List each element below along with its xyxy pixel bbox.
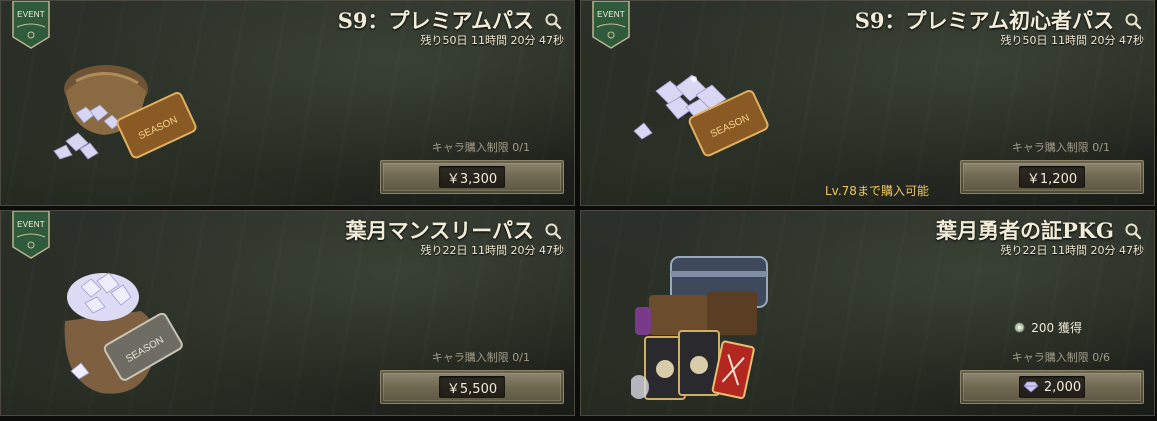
event-badge-label: EVENT bbox=[597, 10, 625, 19]
event-badge: EVENT bbox=[12, 211, 50, 259]
package-card-premium-pass[interactable]: EVENT S9：プレミアムパス 残り50日 11時間 20分 47秒 SEAS… bbox=[0, 0, 575, 206]
package-title: 葉月マンスリーパス bbox=[345, 218, 534, 243]
reward-info: 200 獲得 bbox=[1013, 319, 1082, 336]
package-title: 葉月勇者の証PKG bbox=[936, 218, 1114, 243]
buy-button[interactable]: ￥5,500 bbox=[380, 370, 564, 404]
package-title: S9：プレミアム初心者パス bbox=[854, 8, 1114, 33]
price-label: ￥5,500 bbox=[446, 381, 498, 397]
package-card-premium-beginner-pass[interactable]: EVENT S9：プレミアム初心者パス 残り50日 11時間 20分 47秒 S… bbox=[580, 0, 1155, 206]
remaining-time: 残り50日 11時間 20分 47秒 bbox=[1000, 34, 1144, 47]
remaining-time: 残り22日 11時間 20分 47秒 bbox=[1000, 244, 1144, 257]
package-title: S9：プレミアムパス bbox=[337, 8, 534, 33]
reward-label: 200 獲得 bbox=[1031, 321, 1082, 335]
price-label: ￥1,200 bbox=[1026, 171, 1078, 187]
purchase-limit: キャラ購入制限 0/1 bbox=[431, 351, 530, 364]
shop-package-grid: EVENT S9：プレミアムパス 残り50日 11時間 20分 47秒 SEAS… bbox=[0, 0, 1157, 421]
diamond-sack-image: SEASON bbox=[64, 272, 183, 394]
buy-button[interactable]: ￥1,200 bbox=[960, 160, 1144, 194]
package-card-monthly-pass[interactable]: EVENT 葉月マンスリーパス 残り22日 11時間 20分 47秒 SEASO… bbox=[0, 210, 575, 416]
package-card-hero-proof-pkg[interactable]: 葉月勇者の証PKG 残り22日 11時間 20分 47秒 200 獲得 キャラ購… bbox=[580, 210, 1155, 416]
event-badge-label: EVENT bbox=[17, 220, 45, 229]
diamond-icon bbox=[1023, 381, 1039, 393]
purchase-limit: キャラ購入制限 0/1 bbox=[1011, 141, 1110, 154]
search-icon[interactable] bbox=[544, 222, 562, 240]
purchase-limit: キャラ購入制限 0/6 bbox=[1011, 351, 1110, 364]
diamond-pile-image: SEASON bbox=[633, 74, 769, 157]
buy-button[interactable]: 2,000 bbox=[960, 370, 1144, 404]
gem-icon bbox=[1014, 322, 1025, 333]
price-label: ￥3,300 bbox=[446, 171, 498, 187]
search-icon[interactable] bbox=[1124, 222, 1142, 240]
search-icon[interactable] bbox=[544, 12, 562, 30]
treasure-chest-bundle-image bbox=[631, 256, 768, 400]
remaining-time: 残り22日 11時間 20分 47秒 bbox=[420, 244, 564, 257]
buy-button[interactable]: ￥3,300 bbox=[380, 160, 564, 194]
purchase-limit: キャラ購入制限 0/1 bbox=[431, 141, 530, 154]
search-icon[interactable] bbox=[1124, 12, 1142, 30]
remaining-time: 残り50日 11時間 20分 47秒 bbox=[420, 34, 564, 47]
level-requirement: Lv.78まで購入可能 bbox=[825, 184, 929, 198]
event-badge: EVENT bbox=[592, 1, 630, 49]
event-badge: EVENT bbox=[12, 1, 50, 49]
price-label: 2,000 bbox=[1043, 379, 1082, 395]
diamond-bag-image: SEASON bbox=[53, 65, 197, 160]
event-badge-label: EVENT bbox=[17, 10, 45, 19]
